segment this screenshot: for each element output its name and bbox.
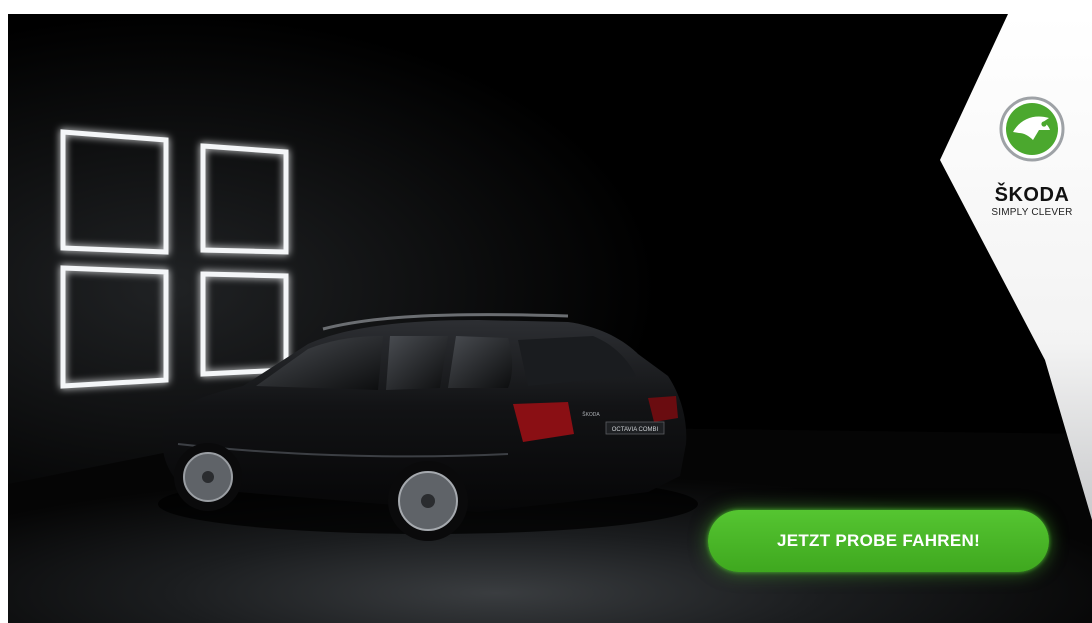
brand-name: ŠKODA <box>994 184 1070 206</box>
test-drive-button[interactable]: JETZT PROBE FAHREN! <box>708 510 1049 572</box>
brand-badge: ŠKODA <box>582 411 600 418</box>
skoda-logo[interactable]: ŠKODA SIMPLY CLEVER <box>978 96 1086 219</box>
brand-slogan: SIMPLY CLEVER <box>991 207 1073 218</box>
model-badge: OCTAVIA COMBI <box>612 427 659 433</box>
skoda-winged-arrow-icon <box>999 96 1065 162</box>
skoda-banner-ad[interactable]: OCTAVIA COMBI ŠKODA ŠKODA SIMPLY CLEVER J… <box>0 0 1092 623</box>
